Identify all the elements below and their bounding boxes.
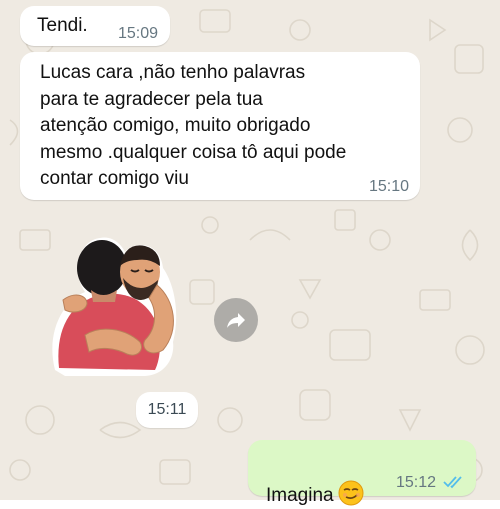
hug-sticker[interactable] — [45, 230, 185, 380]
message-timestamp: 15:12 — [396, 474, 437, 491]
message-timestamp: 15:10 — [369, 178, 410, 195]
message-bubble-incoming[interactable]: Tendi. 15:09 — [20, 6, 170, 46]
message-text: Lucas cara ,não tenho palavras para te a… — [40, 62, 347, 189]
message-timestamp: 15:09 — [118, 25, 159, 42]
sticker-time-text: 15:11 — [147, 401, 187, 418]
message-bubble-incoming[interactable]: Lucas cara ,não tenho palavras para te a… — [20, 52, 420, 200]
forward-icon — [227, 313, 245, 328]
forward-button[interactable] — [214, 298, 258, 342]
read-receipt-icon — [443, 476, 462, 489]
message-text-content: Imagina — [266, 484, 334, 506]
message-bubble-outgoing[interactable]: Imagina 15:12 — [248, 440, 476, 506]
smirking-face-emoji — [338, 480, 364, 505]
message-text: Tendi. — [37, 15, 88, 36]
sticker-timestamp: 15:11 — [136, 392, 198, 428]
message-text: Imagina — [266, 453, 364, 509]
